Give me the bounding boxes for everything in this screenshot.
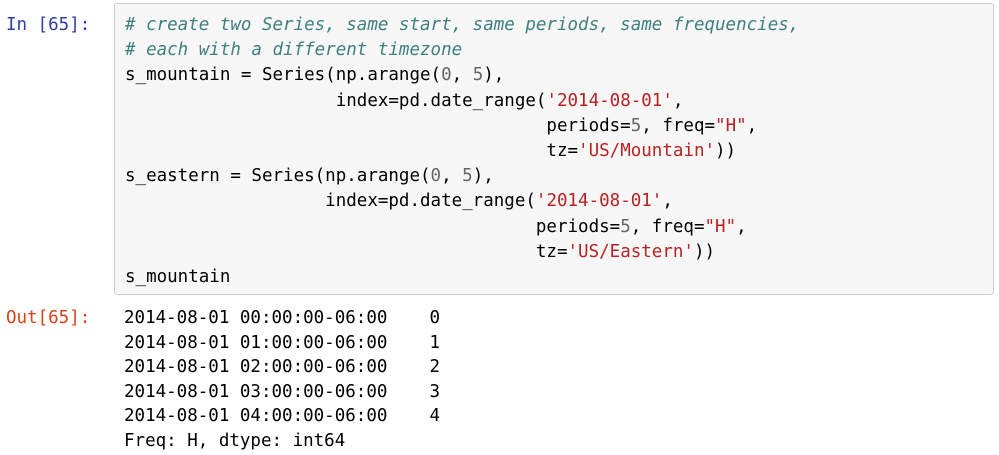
code-token-plain: index=pd.date_range(: [125, 90, 547, 111]
input-prompt: In [65]:: [6, 15, 91, 35]
code-line: s_mountain = Series(np.arange(0, 5),: [125, 63, 799, 88]
notebook-cell: In [65]: # create two Series, same start…: [0, 0, 999, 455]
code-token-plain: s_mountain: [125, 267, 231, 288]
code-input-area[interactable]: # create two Series, same start, same pe…: [114, 3, 994, 295]
code-token-plain: ,: [451, 65, 473, 86]
code-token-string: "H": [715, 115, 747, 136]
output-line: 2014-08-01 01:00:00-06:00 1: [124, 332, 441, 353]
code-token-plain: ),: [483, 65, 505, 86]
code-line: tz='US/Mountain')): [125, 139, 799, 164]
code-token-number: 0: [441, 65, 452, 86]
code-line: # create two Series, same start, same pe…: [125, 13, 799, 38]
code-token-plain: , freq=: [641, 115, 716, 136]
code-token-plain: periods=: [125, 216, 621, 237]
code-line: # each with a different timezone: [125, 38, 799, 63]
code-token-plain: s_mountain = Series(np.arange(: [125, 65, 442, 86]
code-token-plain: ,: [672, 90, 684, 111]
code-token-comment: # each with a different timezone: [125, 40, 463, 61]
code-token-plain: , freq=: [630, 216, 705, 237]
code-token-plain: ,: [736, 216, 747, 237]
output-line: 2014-08-01 03:00:00-06:00 3: [124, 381, 441, 402]
code-token-plain: s_eastern = Series(np.arange(: [125, 166, 431, 187]
code-line: periods=5, freq="H",: [125, 114, 799, 139]
code-token-plain: ),: [472, 166, 494, 187]
code-line: tz='US/Eastern')): [125, 240, 799, 265]
code-line: index=pd.date_range('2014-08-01',: [125, 89, 799, 114]
code-token-plain: ,: [441, 166, 463, 187]
code-editor[interactable]: # create two Series, same start, same pe…: [125, 13, 799, 290]
output-line: 2014-08-01 02:00:00-06:00 2: [124, 357, 441, 377]
code-token-plain: periods=: [125, 115, 631, 136]
code-line: index=pd.date_range('2014-08-01',: [125, 189, 799, 214]
code-token-string: "H": [704, 216, 737, 237]
code-token-number: 5: [472, 65, 484, 86]
code-token-comment: # create two Series, same start, same pe…: [125, 15, 800, 35]
code-line: s_eastern = Series(np.arange(0, 5),: [125, 164, 799, 189]
code-token-string: '2014-08-01': [535, 191, 663, 212]
code-token-number: 5: [630, 115, 642, 136]
code-token-plain: ,: [746, 115, 758, 136]
output-line: 2014-08-01 04:00:00-06:00 4: [124, 406, 441, 426]
code-token-plain: )): [693, 241, 716, 262]
code-token-plain: tz=: [125, 141, 579, 162]
code-line: periods=5, freq="H",: [125, 215, 799, 240]
code-token-plain: ,: [662, 191, 673, 212]
code-line: s_mountain: [125, 265, 799, 290]
code-token-string: 'US/Eastern': [567, 241, 694, 262]
code-token-plain: index=pd.date_range(: [125, 191, 536, 212]
output-line: Freq: H, dtype: int64: [124, 430, 346, 451]
output-prompt: Out[65]:: [6, 308, 91, 328]
code-token-number: 5: [462, 166, 473, 187]
code-token-string: 'US/Mountain': [578, 141, 716, 162]
code-token-number: 0: [430, 166, 442, 187]
cell-output: 2014-08-01 00:00:00-06:00 0 2014-08-01 01…: [124, 306, 440, 453]
output-line: 2014-08-01 00:00:00-06:00 0: [124, 308, 441, 328]
code-token-plain: tz=: [125, 241, 568, 262]
code-token-string: '2014-08-01': [546, 90, 673, 111]
code-token-number: 5: [620, 216, 631, 237]
code-token-plain: )): [715, 141, 737, 162]
